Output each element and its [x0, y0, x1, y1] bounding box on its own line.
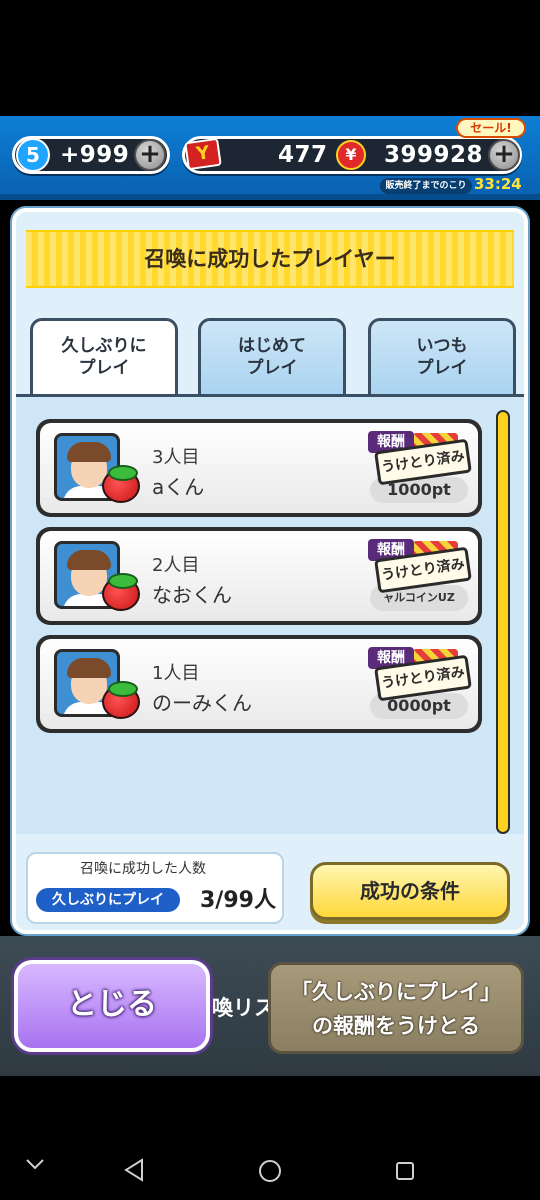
level-badge: 5 — [16, 138, 50, 172]
summon-count-box: 召喚に成功した人数 久しぶりにプレイ 3/99人 — [26, 852, 284, 924]
dialog-title-band: 召喚に成功したプレイヤー — [26, 230, 514, 288]
player-name: aくん — [152, 475, 205, 499]
tab-label: いつも プレイ — [416, 336, 468, 378]
back-icon[interactable] — [122, 1158, 146, 1182]
tab-regular[interactable]: いつも プレイ — [368, 318, 516, 396]
claim-reward-button[interactable]: 「久しぶりにプレイ」 の報酬をうけとる — [268, 962, 524, 1054]
stamina-value: +999 — [60, 142, 130, 168]
count-category-chip: 久しぶりにプレイ — [36, 888, 180, 912]
list-scrollbar[interactable] — [496, 410, 510, 834]
close-button[interactable]: とじる — [14, 960, 210, 1052]
chevron-down-icon[interactable] — [24, 1156, 46, 1172]
count-label: 召喚に成功した人数 — [80, 861, 206, 877]
player-name: なおくん — [152, 583, 232, 607]
ticket-icon: Y — [184, 137, 222, 171]
list-item[interactable]: 3人目 aくん 1000pt 報酬 うけとり済み — [36, 419, 482, 517]
sale-badge[interactable]: セール! — [456, 118, 526, 138]
add-money-button[interactable]: + — [488, 139, 520, 171]
add-stamina-button[interactable]: + — [134, 139, 166, 171]
money-value: 399928 — [384, 142, 484, 168]
list-item[interactable]: 1人目 のーみくん 0000pt 報酬 うけとり済み — [36, 635, 482, 733]
money-icon: ¥ — [336, 140, 366, 170]
claim-line-2: の報酬をうけとる — [312, 1014, 480, 1038]
player-rank: 3人目 — [152, 447, 200, 468]
player-name: のーみくん — [152, 691, 252, 715]
resource-bar: 5 +999 + Y 477 ¥ 399928 + セール! 販売終了までのこり… — [0, 116, 540, 200]
player-rank: 2人目 — [152, 555, 200, 576]
sale-timer-label: 販売終了までのこり — [380, 178, 472, 194]
ticket-count: 477 — [278, 142, 328, 168]
claim-line-1: 「久しぶりにプレイ」 — [291, 980, 501, 1004]
dialog-title: 召喚に成功したプレイヤー — [144, 247, 396, 271]
yokai-icon — [102, 681, 140, 719]
player-rank: 1人目 — [152, 663, 200, 684]
yokai-icon — [102, 573, 140, 611]
tab-first-time[interactable]: はじめて プレイ — [198, 318, 346, 396]
list-item[interactable]: 2人目 なおくん ャルコインUZ 報酬 うけとり済み — [36, 527, 482, 625]
success-conditions-button[interactable]: 成功の条件 — [310, 862, 510, 920]
home-icon[interactable] — [257, 1158, 283, 1184]
tab-label: はじめて プレイ — [238, 336, 306, 378]
count-value: 3/99人 — [200, 888, 276, 913]
yokai-icon — [102, 465, 140, 503]
summon-players-dialog: 召喚に成功したプレイヤー 久しぶりに プレイ はじめて プレイ いつも プレイ … — [12, 208, 528, 934]
summon-list-button[interactable]: 喚リス — [212, 980, 268, 1036]
player-list[interactable]: 3人目 aくん 1000pt 報酬 うけとり済み 2人目 なおくん ャルコインU… — [16, 394, 524, 834]
sale-timer: 33:24 — [474, 175, 522, 193]
tab-label: 久しぶりに プレイ — [61, 336, 147, 378]
recents-icon[interactable] — [394, 1160, 416, 1182]
tab-long-time[interactable]: 久しぶりに プレイ — [30, 318, 178, 402]
